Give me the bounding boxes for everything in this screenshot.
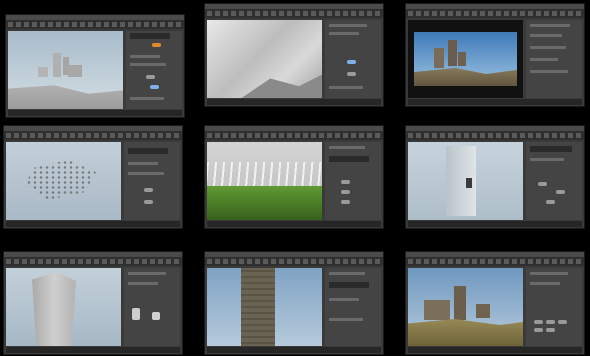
node[interactable]: [152, 43, 161, 47]
toolbar[interactable]: [406, 9, 584, 18]
node[interactable]: [546, 328, 555, 332]
castle-ruin: [476, 304, 490, 318]
node[interactable]: [558, 320, 567, 324]
grass-field: [207, 186, 322, 220]
tile-3[interactable]: [405, 3, 585, 107]
tile-7[interactable]: [3, 251, 183, 355]
node[interactable]: [150, 85, 159, 89]
castle-tower: [454, 286, 466, 320]
node[interactable]: [534, 320, 543, 324]
timeline-bar[interactable]: [408, 221, 582, 227]
toolbar[interactable]: [4, 257, 182, 266]
node[interactable]: [546, 200, 555, 204]
node[interactable]: [144, 200, 153, 204]
timeline-bar[interactable]: [6, 347, 180, 353]
node[interactable]: [341, 180, 350, 184]
node[interactable]: [146, 75, 155, 79]
tile-2[interactable]: [204, 3, 384, 107]
viewport-grass-foliage[interactable]: [207, 142, 322, 220]
tile-4[interactable]: [3, 125, 183, 229]
parameter-panel[interactable]: [325, 20, 381, 98]
tower-model: [32, 272, 76, 346]
viewport-scattered-rocks[interactable]: [6, 142, 121, 220]
toolbar[interactable]: [6, 20, 184, 29]
tile-8[interactable]: [204, 251, 384, 355]
toolbar[interactable]: [406, 257, 584, 266]
node[interactable]: [347, 60, 356, 64]
viewport-pillar-ivy[interactable]: [408, 142, 523, 220]
toolbar[interactable]: [205, 131, 383, 140]
screenshot-grid: [0, 0, 590, 356]
block-building: [68, 65, 82, 77]
viewport-stone-tower[interactable]: [207, 268, 322, 346]
castle-wall: [424, 300, 450, 320]
castle-ruin: [434, 48, 444, 68]
toolbar[interactable]: [205, 257, 383, 266]
node[interactable]: [347, 72, 356, 76]
node[interactable]: [341, 200, 350, 204]
viewport-final-castle[interactable]: [408, 268, 523, 346]
parameter-panel[interactable]: [325, 142, 381, 220]
node[interactable]: [341, 190, 350, 194]
timeline-bar[interactable]: [408, 99, 582, 105]
stone-tower: [241, 268, 275, 346]
block-building: [38, 67, 48, 77]
timeline-bar[interactable]: [207, 99, 381, 105]
ivy: [466, 178, 472, 188]
timeline-bar[interactable]: [408, 347, 582, 353]
viewport-rendered-castle[interactable]: [408, 20, 523, 98]
castle-ruin: [448, 40, 457, 66]
castle-ruin: [458, 52, 466, 66]
node[interactable]: [144, 188, 153, 192]
parameter-panel[interactable]: [124, 142, 180, 220]
toolbar[interactable]: [406, 131, 584, 140]
timeline-bar[interactable]: [207, 221, 381, 227]
timeline-bar[interactable]: [6, 221, 180, 227]
parameter-panel[interactable]: [526, 20, 582, 98]
parameter-panel[interactable]: [126, 31, 182, 109]
node[interactable]: [556, 190, 565, 194]
parameter-panel[interactable]: [325, 268, 381, 346]
tile-9[interactable]: [405, 251, 585, 355]
timeline-bar[interactable]: [8, 110, 182, 116]
tile-5[interactable]: [204, 125, 384, 229]
node[interactable]: [132, 308, 140, 320]
viewport-blockout-buildings[interactable]: [8, 31, 123, 109]
parameter-panel[interactable]: [526, 268, 582, 346]
tile-6[interactable]: [405, 125, 585, 229]
node[interactable]: [534, 328, 543, 332]
node[interactable]: [152, 312, 160, 320]
timeline-bar[interactable]: [207, 347, 381, 353]
tile-1[interactable]: [5, 14, 185, 118]
node[interactable]: [546, 320, 555, 324]
parameter-panel[interactable]: [124, 268, 180, 346]
block-building: [53, 53, 61, 77]
parameter-panel[interactable]: [526, 142, 582, 220]
viewport-terrain-heightfield[interactable]: [207, 20, 322, 98]
node[interactable]: [538, 182, 547, 186]
toolbar[interactable]: [205, 9, 383, 18]
toolbar[interactable]: [4, 131, 182, 140]
viewport-hollow-tower[interactable]: [6, 268, 121, 346]
